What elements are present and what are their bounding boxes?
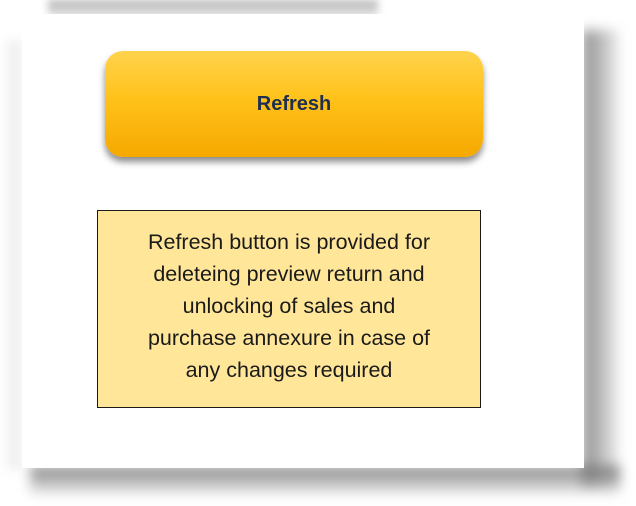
refresh-button[interactable]: Refresh [105, 51, 483, 157]
refresh-info-text: Refresh button is provided for deleteing… [147, 230, 431, 382]
frame-shadow-left [2, 40, 20, 470]
frame-shadow-right [582, 30, 618, 485]
content-panel: Refresh Refresh button is provided for d… [22, 14, 584, 468]
refresh-info-note: Refresh button is provided for deleteing… [97, 210, 481, 408]
frame-shadow-bottom [30, 466, 620, 494]
refresh-button-label: Refresh [256, 92, 332, 115]
